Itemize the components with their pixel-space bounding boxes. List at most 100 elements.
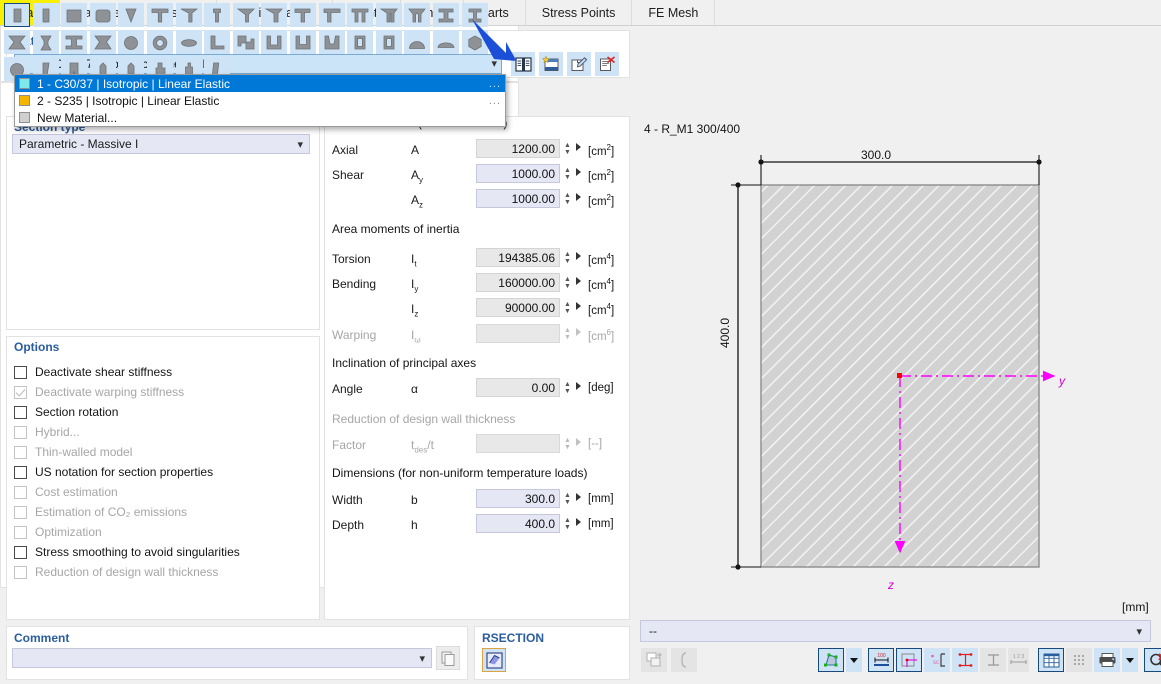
shape-button-ellipse[interactable] [175,30,202,54]
comment-copy-button[interactable] [436,646,460,670]
shape-button-tee[interactable] [147,3,173,27]
show-grid-button[interactable] [1038,648,1064,672]
print-button[interactable] [1094,648,1120,672]
property-expand-icon[interactable] [576,277,581,285]
property-input[interactable]: 1000.00 [476,189,560,208]
section-type-select[interactable]: Parametric - Massive I ▾ [12,134,310,154]
show-shear-center-button[interactable]: sc [924,648,950,672]
checkbox[interactable] [14,365,27,379]
material-select[interactable]: 1 - C30/37 | Isotropic | Linear Elastic … [14,54,502,74]
shape-button-double-tee-w[interactable] [375,3,402,27]
shape-button-i-beam-2[interactable] [461,3,488,27]
tab-fe-mesh[interactable]: FE Mesh [632,0,716,25]
spinner-up-icon[interactable]: ▲ [564,276,571,283]
option-row[interactable]: Stress smoothing to avoid singularities [14,542,306,562]
spinner-up-icon[interactable]: ▲ [564,327,571,334]
shape-button-square-round[interactable] [89,3,116,27]
checkbox[interactable] [14,545,27,559]
spinner-down-icon[interactable]: ▼ [564,308,571,315]
material-library-button[interactable] [511,52,535,76]
property-expand-icon[interactable] [576,328,581,336]
shape-button-square[interactable] [61,3,88,27]
property-input[interactable]: 0.00 [476,378,560,397]
render-mode-dropdown[interactable] [846,648,862,672]
shape-button-i-beam-5[interactable] [61,30,88,54]
shape-button-u-shape-2[interactable] [290,30,316,54]
property-expand-icon[interactable] [576,302,581,310]
shape-button-ring[interactable] [147,30,173,54]
property-spinner[interactable]: ▲ ▼ [562,515,573,532]
shape-button-i-beam-3[interactable] [4,30,30,54]
spinner-up-icon[interactable]: ▲ [564,167,571,174]
spinner-down-icon[interactable]: ▼ [564,149,571,156]
spinner-up-icon[interactable]: ▲ [564,192,571,199]
property-input[interactable]: 160000.00 [476,273,560,292]
shape-button-rect-vertical[interactable] [4,3,30,27]
shape-button-tee-narrow[interactable] [204,3,231,27]
view-select[interactable]: -- ▾ [640,620,1151,642]
shape-button-tee-down[interactable] [232,3,259,27]
property-spinner[interactable]: ▲ ▼ [562,165,573,182]
render-mode-button[interactable] [818,648,844,672]
property-expand-icon[interactable] [576,193,581,201]
comment-input[interactable]: ▾ [12,648,432,668]
checkbox[interactable] [14,465,27,479]
property-spinner[interactable]: ▲ ▼ [562,490,573,507]
property-input[interactable]: 400.0 [476,514,560,533]
spinner-down-icon[interactable]: ▼ [564,258,571,265]
rsection-app-button[interactable] [482,648,506,672]
property-spinner[interactable]: ▲ ▼ [562,325,573,342]
shape-button-u-shape-3[interactable] [318,30,345,54]
property-spinner[interactable]: ▲ ▼ [562,249,573,266]
show-dimensions-button[interactable]: 100 [868,648,894,672]
print-dropdown[interactable] [1122,648,1138,672]
spinner-down-icon[interactable]: ▼ [564,283,571,290]
spinner-down-icon[interactable]: ▼ [564,499,571,506]
spinner-down-icon[interactable]: ▼ [564,174,571,181]
spinner-up-icon[interactable]: ▲ [564,492,571,499]
spinner-down-icon[interactable]: ▼ [564,444,571,451]
spinner-down-icon[interactable]: ▼ [564,524,571,531]
shape-button-double-tee-v[interactable] [404,3,431,27]
show-stress-points-button[interactable] [952,648,978,672]
spinner-up-icon[interactable]: ▲ [564,517,571,524]
shape-button-i-beam-4[interactable] [32,30,59,54]
option-row[interactable]: US notation for section properties [14,462,306,482]
shape-button-double-tee[interactable] [347,3,374,27]
shape-button-circle[interactable] [118,30,145,54]
spinner-up-icon[interactable]: ▲ [564,142,571,149]
material-option-menu-icon[interactable]: ... [489,95,501,107]
shape-button-dome[interactable] [404,30,431,54]
shape-button-i-beam[interactable] [433,3,459,27]
property-expand-icon[interactable] [576,252,581,260]
property-spinner[interactable]: ▲ ▼ [562,190,573,207]
spinner-down-icon[interactable]: ▼ [564,199,571,206]
shape-button-rect-narrow[interactable] [32,3,59,27]
material-option[interactable]: 1 - C30/37 | Isotropic | Linear Elastic.… [15,75,505,92]
option-row[interactable]: Section rotation [14,402,306,422]
property-input[interactable]: 300.0 [476,489,560,508]
property-expand-icon[interactable] [576,168,581,176]
shape-button-l-shape[interactable] [204,30,231,54]
spinner-up-icon[interactable]: ▲ [564,381,571,388]
material-dropdown-list[interactable]: 1 - C30/37 | Isotropic | Linear Elastic.… [14,74,506,127]
shape-button-dome-flat[interactable] [433,30,459,54]
property-expand-icon[interactable] [576,518,581,526]
shape-button-hollow-rect-2[interactable] [375,30,402,54]
property-input[interactable]: 1200.00 [476,139,560,158]
shape-button-i-beam-6[interactable] [89,30,116,54]
property-spinner[interactable]: ▲ ▼ [562,274,573,291]
spinner-down-icon[interactable]: ▼ [564,388,571,395]
property-expand-icon[interactable] [576,382,581,390]
material-delete-button[interactable] [595,52,619,76]
option-row[interactable]: Deactivate shear stiffness [14,362,306,382]
shape-button-hexagon[interactable] [461,30,488,54]
property-spinner[interactable]: ▲ ▼ [562,140,573,157]
tab-stress-points[interactable]: Stress Points [526,0,633,25]
shape-button-u-shape[interactable] [261,30,288,54]
material-edit-button[interactable] [567,52,591,76]
property-input[interactable]: 1000.00 [476,164,560,183]
spinner-up-icon[interactable]: ▲ [564,437,571,444]
spinner-up-icon[interactable]: ▲ [564,251,571,258]
property-spinner[interactable]: ▲ ▼ [562,299,573,316]
